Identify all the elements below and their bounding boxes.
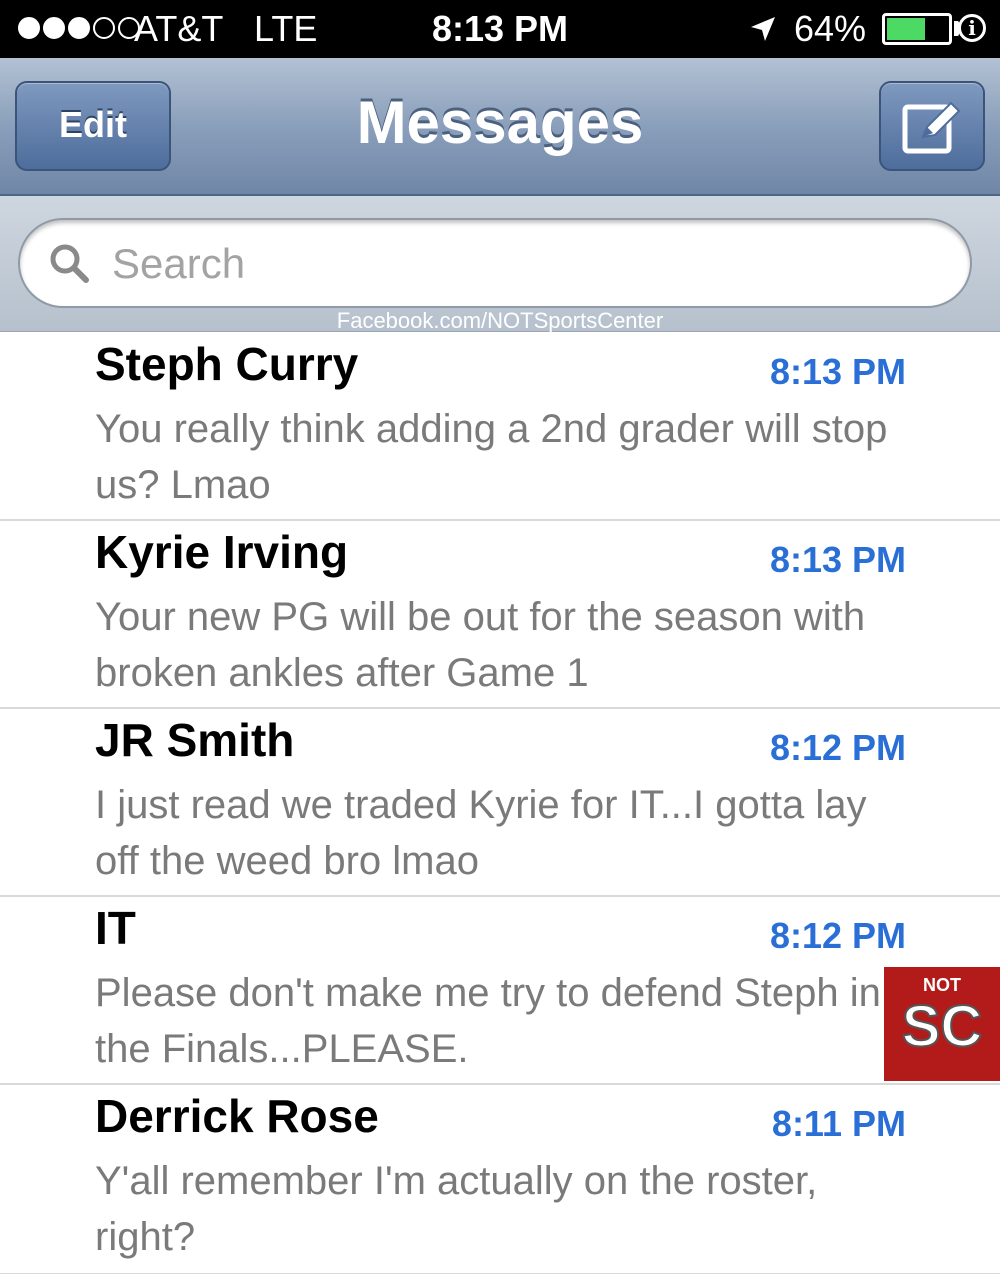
watermark-text: Facebook.com/NOTSportsCenter: [336, 308, 664, 333]
compose-icon: [902, 101, 961, 154]
message-row[interactable]: Derrick Rose 8:11 PM Y'all remember I'm …: [0, 1085, 1000, 1274]
message-list: Steph Curry 8:13 PM You really think add…: [0, 333, 1000, 1274]
battery-percent: 64%: [794, 8, 867, 49]
search-input[interactable]: Search: [18, 218, 972, 308]
message-row[interactable]: Steph Curry 8:13 PM You really think add…: [0, 333, 1000, 521]
info-icon: i: [958, 14, 986, 42]
message-preview: Y'all remember I'm actually on the roste…: [95, 1159, 818, 1259]
message-time: 8:12 PM: [769, 915, 906, 956]
message-preview: Your new PG will be out for the season w…: [95, 595, 866, 695]
message-time: 8:12 PM: [769, 727, 906, 768]
message-row[interactable]: JR Smith 8:12 PM I just read we traded K…: [0, 709, 1000, 897]
search-icon: [50, 244, 89, 283]
message-time: 8:13 PM: [769, 351, 906, 392]
contact-name: IT: [95, 902, 136, 954]
message-time: 8:13 PM: [769, 539, 906, 580]
compose-button[interactable]: [879, 81, 985, 171]
message-preview: I just read we traded Kyrie for IT...I g…: [95, 783, 867, 883]
location-arrow-icon: [751, 17, 775, 41]
search-bar: Search Facebook.com/NOTSportsCenter: [0, 196, 1000, 333]
navigation-bar: Edit Messages: [0, 58, 1000, 196]
page-title: Messages: [356, 89, 644, 156]
contact-name: Kyrie Irving: [95, 526, 349, 578]
message-row[interactable]: Kyrie Irving 8:13 PM Your new PG will be…: [0, 521, 1000, 709]
contact-name: Steph Curry: [95, 338, 359, 390]
message-row[interactable]: IT 8:12 PM Please don't make me try to d…: [0, 897, 1000, 1085]
search-placeholder: Search: [112, 240, 246, 287]
not-sportscenter-logo: NOT SC: [884, 967, 1000, 1081]
message-preview: Please don't make me try to defend Steph…: [95, 971, 881, 1071]
message-preview: You really think adding a 2nd grader wil…: [95, 407, 888, 507]
status-bar: AT&T LTE 8:13 PM 64% i: [0, 0, 1000, 58]
message-time: 8:11 PM: [771, 1103, 906, 1144]
contact-name: JR Smith: [95, 714, 295, 766]
contact-name: Derrick Rose: [95, 1090, 379, 1142]
logo-main-text: SC: [901, 993, 984, 1060]
battery-level-fill: [887, 18, 926, 40]
battery-icon: [882, 13, 952, 45]
